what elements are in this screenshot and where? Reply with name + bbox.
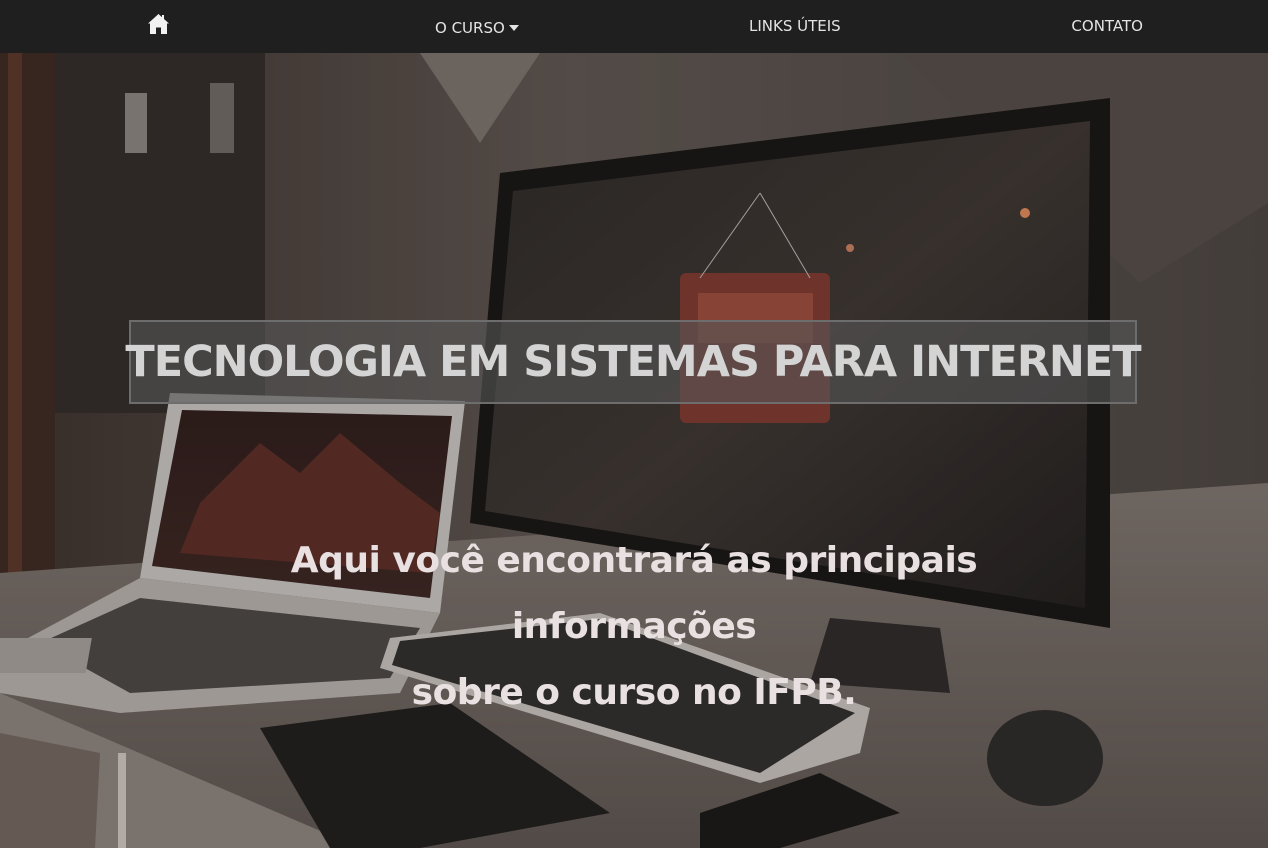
hero-title-box: TECNOLOGIA EM SISTEMAS PARA INTERNET [125, 320, 1142, 404]
nav-o-curso[interactable]: O CURSO [435, 0, 519, 53]
nav-contato[interactable]: CONTATO [1071, 0, 1143, 53]
hero-section: TECNOLOGIA EM SISTEMAS PARA INTERNET Aqu… [0, 53, 1268, 848]
hero-subtitle: Aqui você encontrará as principais infor… [184, 528, 1084, 726]
top-navbar: O CURSO LINKS ÚTEIS CONTATO [0, 0, 1268, 53]
hero-title: TECNOLOGIA EM SISTEMAS PARA INTERNET [125, 337, 1141, 387]
hero-overlay [0, 53, 1268, 848]
hero-subtitle-line-2: sobre o curso no IFPB. [411, 672, 857, 713]
nav-contato-label: CONTATO [1071, 17, 1143, 35]
home-link[interactable] [147, 13, 170, 35]
nav-links-uteis-label: LINKS ÚTEIS [749, 17, 841, 35]
hero-subtitle-line-1: Aqui você encontrará as principais infor… [290, 540, 978, 647]
nav-links-uteis[interactable]: LINKS ÚTEIS [749, 0, 841, 53]
nav-o-curso-label: O CURSO [435, 19, 505, 37]
caret-down-icon [508, 0, 519, 31]
home-icon [148, 14, 169, 34]
